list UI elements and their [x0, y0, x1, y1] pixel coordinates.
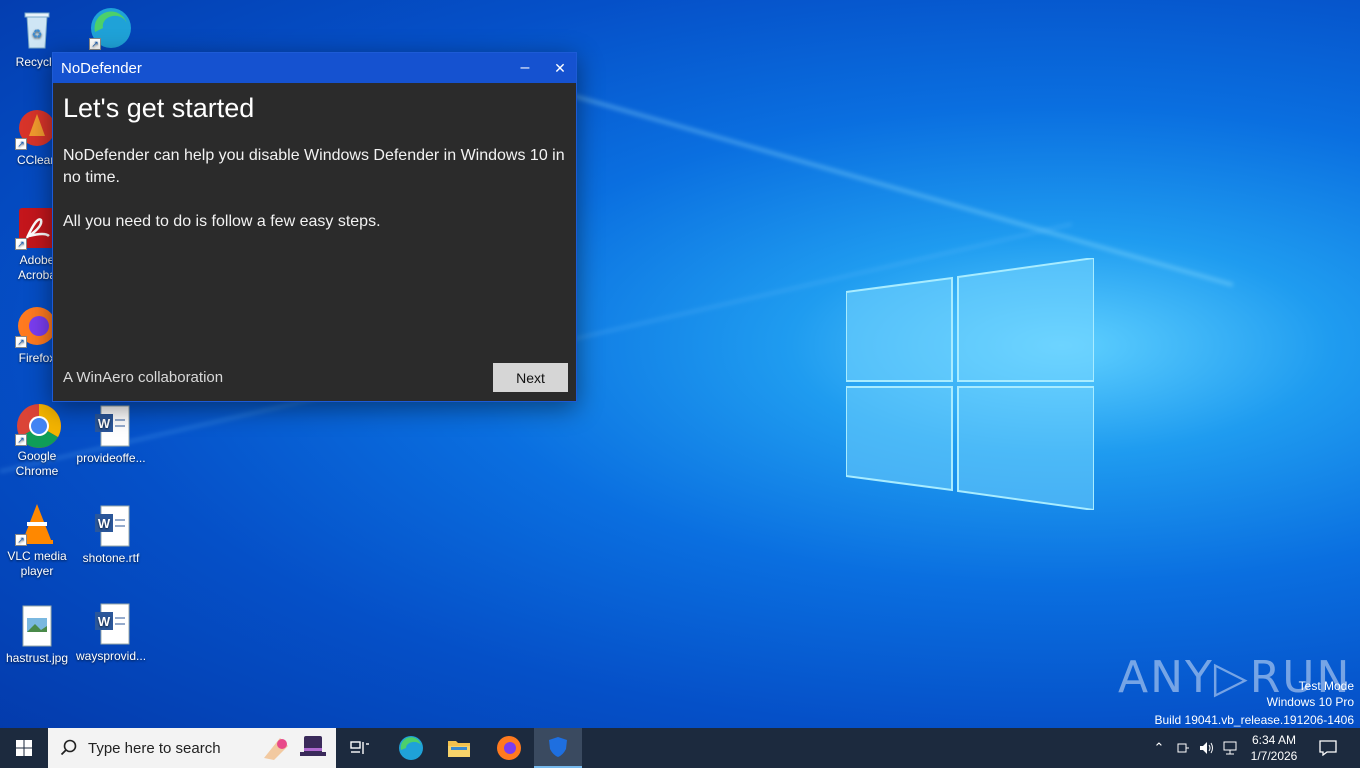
edge-icon: ↗	[89, 6, 133, 50]
next-button[interactable]: Next	[493, 363, 568, 392]
desktop-icon-label: hastrust.jpg	[5, 651, 69, 665]
desktop-icon-edge[interactable]: ↗	[76, 6, 146, 53]
shield-icon	[549, 737, 567, 757]
desktop-icon-vlc[interactable]: ↗ VLC media player	[2, 502, 72, 579]
nodefender-window: NoDefender – ✕ Let's get started NoDefen…	[52, 52, 577, 402]
svg-text:W: W	[98, 614, 111, 629]
desktop-icon-hastrust-image[interactable]: hastrust.jpg	[2, 604, 72, 666]
svg-text:♻: ♻	[32, 27, 43, 41]
speaker-icon	[1200, 742, 1213, 754]
search-box[interactable]: Type here to search	[48, 728, 336, 768]
image-file-icon	[15, 604, 59, 648]
windows-edition-label: Windows 10 Pro	[1266, 695, 1354, 709]
volume-button[interactable]	[1196, 728, 1218, 768]
tray-device-icon[interactable]	[1172, 728, 1194, 768]
close-button[interactable]: ✕	[543, 53, 577, 83]
test-mode-label: Test Mode	[1298, 679, 1354, 693]
window-title: NoDefender	[61, 59, 142, 77]
recycle-bin-icon: ♻	[15, 8, 59, 52]
taskbar-edge[interactable]	[387, 728, 435, 768]
network-icon	[1223, 741, 1237, 755]
build-label: Build 19041.vb_release.191206-1406	[1154, 713, 1355, 727]
desktop-icon-label: waysprovid...	[76, 649, 147, 663]
word-document-icon: W	[89, 504, 133, 548]
taskbar-firefox[interactable]	[485, 728, 533, 768]
desktop-icon-provideoffe-doc[interactable]: W provideoffe...	[76, 404, 146, 466]
device-icon	[1177, 743, 1189, 753]
desktop-icon-label: VLC media player	[7, 549, 67, 578]
clock-date: 1/7/2026	[1250, 749, 1298, 763]
taskbar: Type here to search ⌃ 6:34 AM 1/7/2026	[0, 728, 1360, 768]
intro-paragraph: NoDefender can help you disable Windows …	[63, 147, 565, 186]
chrome-icon: ↗	[15, 402, 61, 448]
word-document-icon: W	[89, 404, 133, 448]
folder-icon	[448, 741, 470, 757]
desktop-icon-google-chrome[interactable]: ↗ Google Chrome	[2, 402, 72, 479]
shortcut-arrow-icon: ↗	[15, 434, 27, 446]
taskbar-nodefender[interactable]	[534, 728, 582, 768]
clock[interactable]: 6:34 AM 1/7/2026	[1244, 728, 1304, 768]
action-center-button[interactable]	[1312, 728, 1344, 768]
start-button[interactable]	[0, 728, 48, 768]
show-hidden-icons-button[interactable]: ⌃	[1148, 728, 1170, 768]
shortcut-arrow-icon: ↗	[15, 336, 27, 348]
search-placeholder: Type here to search	[88, 739, 221, 757]
shortcut-arrow-icon: ↗	[15, 138, 27, 150]
chevron-up-icon: ⌃	[1153, 740, 1165, 755]
desktop-icon-label: Google Chrome	[15, 449, 59, 478]
collaboration-credit: A WinAero collaboration	[63, 369, 224, 386]
search-icon	[60, 739, 77, 756]
shortcut-arrow-icon: ↗	[15, 238, 27, 250]
search-highlight-icon	[260, 732, 332, 768]
desktop-icon-label: shotone.rtf	[82, 551, 140, 565]
desktop-icon-shotone-doc[interactable]: W shotone.rtf	[76, 504, 146, 566]
firefox-icon	[497, 736, 521, 760]
windows-start-icon	[16, 740, 32, 756]
network-button[interactable]	[1220, 728, 1242, 768]
notification-icon	[1319, 740, 1337, 756]
minimize-icon: –	[520, 59, 530, 76]
shortcut-arrow-icon: ↗	[15, 534, 27, 546]
svg-text:W: W	[98, 416, 111, 431]
close-icon: ✕	[554, 59, 566, 76]
desktop-icon-label: provideoffe...	[76, 451, 146, 465]
vlc-cone-icon: ↗	[15, 502, 59, 546]
window-titlebar[interactable]: NoDefender – ✕	[53, 53, 576, 83]
word-document-icon: W	[89, 602, 133, 646]
shortcut-arrow-icon: ↗	[89, 38, 101, 50]
steps-paragraph: All you need to do is follow a few easy …	[63, 213, 381, 230]
svg-text:W: W	[98, 516, 111, 531]
minimize-button[interactable]: –	[508, 53, 542, 83]
desktop-icon-waysprovid-doc[interactable]: W waysprovid...	[76, 602, 146, 664]
page-title: Let's get started	[63, 93, 255, 123]
taskbar-file-explorer[interactable]	[435, 728, 483, 768]
task-view-icon	[350, 741, 369, 754]
task-view-button[interactable]	[336, 728, 384, 768]
clock-time: 6:34 AM	[1251, 733, 1297, 747]
windows-logo-wallpaper	[846, 258, 1094, 510]
edge-icon	[399, 736, 423, 760]
